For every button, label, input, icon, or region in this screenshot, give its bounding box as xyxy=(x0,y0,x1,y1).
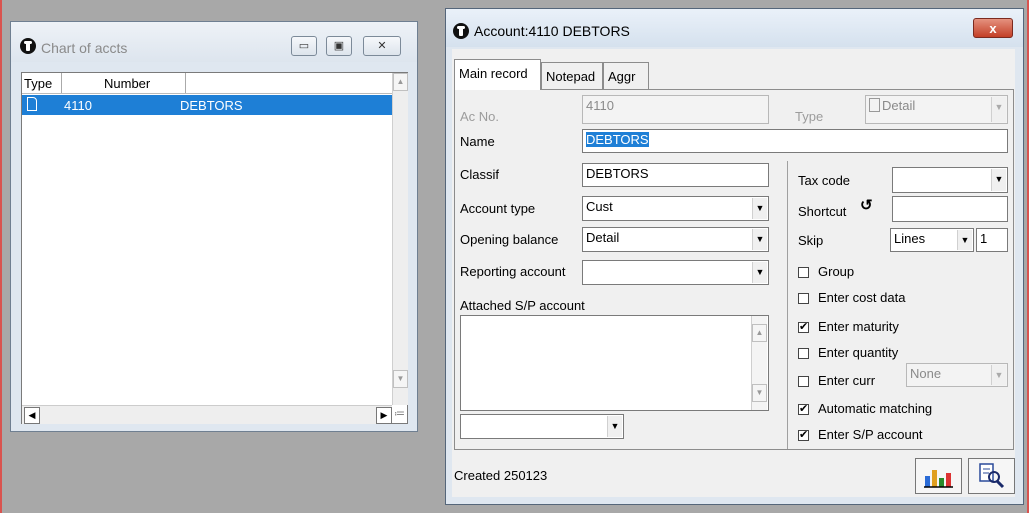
name-value: DEBTORS xyxy=(586,132,649,147)
app-logo-icon xyxy=(453,23,469,39)
shortcut-field[interactable] xyxy=(892,196,1008,222)
ac-no-label: Ac No. xyxy=(460,109,500,124)
opening-balance-label: Opening balance xyxy=(460,232,559,247)
resize-grip-icon[interactable]: ≔ xyxy=(394,407,406,421)
column-divider xyxy=(787,161,788,449)
enter-curr-label: Enter curr xyxy=(818,373,876,388)
enter-quantity-checkbox[interactable] xyxy=(798,348,809,359)
scroll-down-button[interactable]: ▼ xyxy=(393,370,408,388)
attached-sp-select[interactable]: ▼ xyxy=(460,414,624,439)
vertical-scrollbar[interactable]: ▲ ▼ xyxy=(751,316,767,410)
chart-of-accounts-window: Chart of accts ▭ ▣ ✕ Type Number 4110 DE… xyxy=(10,21,418,432)
enter-cost-data-checkbox[interactable] xyxy=(798,293,809,304)
account-window: Account:4110 DEBTORS x Main record Notep… xyxy=(445,8,1024,505)
chart-of-accounts-title: Chart of accts xyxy=(41,40,128,56)
enter-sp-account-checkbox[interactable]: ✔ xyxy=(798,430,809,441)
skip-count-field[interactable]: 1 xyxy=(976,228,1008,252)
type-select: Detail ▼ xyxy=(865,95,1008,124)
classif-label: Classif xyxy=(460,167,500,182)
group-checkbox[interactable] xyxy=(798,267,809,278)
type-label: Type xyxy=(795,109,824,124)
chevron-down-icon[interactable]: ▼ xyxy=(752,198,767,219)
vertical-scrollbar[interactable]: ▲ ▼ xyxy=(392,73,408,405)
enter-cost-data-label: Enter cost data xyxy=(818,290,906,305)
close-button[interactable]: ✕ xyxy=(363,36,401,56)
scroll-down-button[interactable]: ▼ xyxy=(752,384,767,402)
enter-maturity-label: Enter maturity xyxy=(818,319,899,334)
chevron-down-icon[interactable]: ▼ xyxy=(752,229,767,250)
status-text: Created 250123 xyxy=(454,468,548,483)
document-icon xyxy=(869,98,880,112)
statistics-button[interactable] xyxy=(915,458,962,494)
enter-curr-checkbox[interactable] xyxy=(798,376,809,387)
minimize-button[interactable]: ▭ xyxy=(291,36,317,56)
automatic-matching-label: Automatic matching xyxy=(818,401,933,416)
table-row[interactable]: 4110 DEBTORS xyxy=(22,95,392,115)
list-header: Type Number xyxy=(22,73,392,94)
column-header-type[interactable]: Type xyxy=(22,73,62,93)
chevron-down-icon: ▼ xyxy=(991,365,1006,385)
chart-icon xyxy=(924,470,953,488)
opening-balance-value: Detail xyxy=(586,230,620,245)
currency-value: None xyxy=(910,366,942,381)
tab-aggr[interactable]: Aggr xyxy=(603,62,649,90)
chevron-down-icon[interactable]: ▼ xyxy=(607,416,622,437)
chevron-down-icon[interactable]: ▼ xyxy=(752,262,767,283)
opening-balance-select[interactable]: Detail ▼ xyxy=(582,227,769,252)
chevron-down-icon: ▼ xyxy=(991,97,1006,122)
type-value: Detail xyxy=(882,98,916,113)
chevron-down-icon[interactable]: ▼ xyxy=(957,230,972,250)
scroll-right-button[interactable]: ▶ xyxy=(376,407,392,424)
group-checkbox-label: Group xyxy=(818,264,855,279)
horizontal-scrollbar[interactable]: ◀ ▶ xyxy=(22,405,392,424)
account-window-title: Account:4110 DEBTORS xyxy=(474,23,630,39)
name-field[interactable]: DEBTORS xyxy=(582,129,1008,153)
enter-maturity-checkbox[interactable]: ✔ xyxy=(798,322,809,333)
tax-code-select[interactable]: ▼ xyxy=(892,167,1008,193)
skip-unit-select[interactable]: Lines ▼ xyxy=(890,228,974,252)
document-icon xyxy=(27,97,37,111)
chevron-down-icon[interactable]: ▼ xyxy=(991,169,1006,191)
accounts-list: Type Number 4110 DEBTORS ▲ ▼ ◀ ▶ ≔ xyxy=(21,72,408,424)
skip-label: Skip xyxy=(798,233,824,248)
automatic-matching-checkbox[interactable]: ✔ xyxy=(798,404,809,415)
enter-quantity-label: Enter quantity xyxy=(818,345,899,360)
tab-notepad[interactable]: Notepad xyxy=(541,62,603,90)
tab-main-record[interactable]: Main record xyxy=(454,59,541,90)
shortcut-key-icon[interactable]: ↺ xyxy=(860,196,873,214)
account-type-select[interactable]: Cust ▼ xyxy=(582,196,769,221)
shortcut-label: Shortcut xyxy=(798,204,847,219)
enter-sp-account-label: Enter S/P account xyxy=(818,427,923,442)
currency-select: None ▼ xyxy=(906,363,1008,387)
close-button[interactable]: x xyxy=(973,18,1013,38)
preview-button[interactable] xyxy=(968,458,1015,494)
background-edge xyxy=(0,0,2,513)
magnify-document-icon xyxy=(979,463,1005,489)
app-logo-icon xyxy=(20,38,36,54)
scroll-up-button[interactable]: ▲ xyxy=(752,324,767,342)
classif-field[interactable]: DEBTORS xyxy=(582,163,769,187)
maximize-button[interactable]: ▣ xyxy=(326,36,352,56)
account-titlebar[interactable]: Account:4110 DEBTORS x xyxy=(446,9,1023,47)
reporting-account-label: Reporting account xyxy=(460,264,566,279)
attached-sp-textarea[interactable]: ▲ ▼ xyxy=(460,315,769,411)
reporting-account-select[interactable]: ▼ xyxy=(582,260,769,285)
name-label: Name xyxy=(460,134,495,149)
column-header-number[interactable]: Number xyxy=(62,73,186,93)
account-type-value: Cust xyxy=(586,199,613,214)
account-number: 4110 xyxy=(64,98,92,113)
skip-unit-value: Lines xyxy=(894,231,926,246)
account-type-label: Account type xyxy=(460,201,536,216)
ac-no-field: 4110 xyxy=(582,95,769,124)
scroll-left-button[interactable]: ◀ xyxy=(24,407,40,424)
account-name: DEBTORS xyxy=(180,98,243,113)
scroll-up-button[interactable]: ▲ xyxy=(393,73,408,91)
chart-of-accounts-titlebar[interactable]: Chart of accts ▭ ▣ ✕ xyxy=(11,22,417,62)
tax-code-label: Tax code xyxy=(798,173,851,188)
attached-sp-label: Attached S/P account xyxy=(460,298,585,313)
